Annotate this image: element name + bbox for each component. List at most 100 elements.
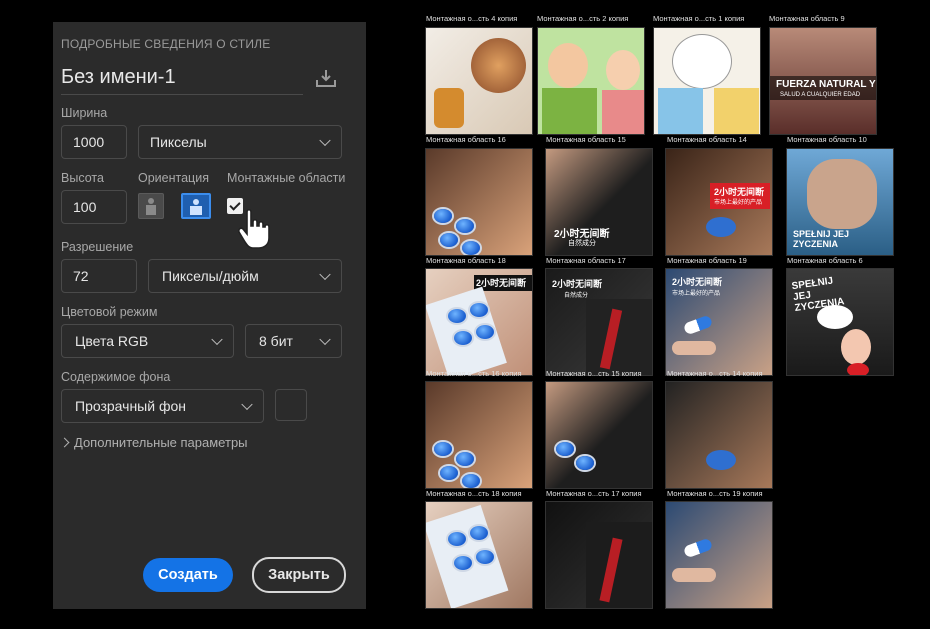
artboard-label: Монтажная область 9 [769,14,845,23]
artboard-thumbnail[interactable]: 2小时无间断 [425,268,533,376]
background-value: Прозрачный фон [75,398,186,414]
new-document-panel: ПОДРОБНЫЕ СВЕДЕНИЯ О СТИЛЕ Без имени-1 Ш… [53,22,366,609]
color-mode-label: Цветовой режим [61,305,158,319]
artboard-thumbnail[interactable] [425,148,533,256]
width-unit-value: Пикселы [150,134,207,150]
document-name-input[interactable]: Без имени-1 [61,66,176,89]
artboard-thumbnail[interactable]: 2小时无间断 市场上最好的产品 [665,268,773,376]
chevron-down-icon [211,333,223,346]
artboard-subcaption: 自然成分 [564,293,589,299]
pill-shape [448,309,466,323]
artboard-thumbnail[interactable] [425,501,533,609]
pill-shape [706,217,736,237]
pill-shape [462,474,480,488]
artboard-subcaption: 市场上最好的产品 [672,291,721,297]
chevron-down-icon [241,398,253,411]
pill-shape [454,556,472,570]
pill-shape [440,466,458,480]
chevron-right-icon [59,437,70,448]
artboard-label: Монтажная область 10 [787,135,867,144]
artboard-thumbnail[interactable]: 2小时无间断 自然成分 [545,148,653,256]
save-preset-icon[interactable] [315,68,337,88]
illustration-body [714,88,759,134]
pill-shape [456,219,474,233]
resolution-unit-value: Пикселы/дюйм [162,268,259,284]
pill-shape [434,442,452,456]
pill-shape [448,532,466,546]
artboard-thumbnail[interactable] [425,381,533,489]
bit-depth-select[interactable]: 8 бит [245,324,342,358]
width-unit-select[interactable]: Пикселы [138,125,342,159]
artboard-caption: FUERZA NATURAL Y [776,79,876,90]
pill-shape [470,303,488,317]
suit-figure [586,522,652,608]
artboards-canvas: Монтажная о...сть 4 копия Монтажная о...… [420,0,930,629]
chevron-down-icon [319,333,331,346]
width-input[interactable]: 1000 [61,125,127,159]
close-button[interactable]: Закрыть [252,557,346,593]
artboard-thumbnail[interactable]: 2小时无间断 市场上最好的产品 [665,148,773,256]
pill-shape [454,331,472,345]
orientation-label: Ориентация [138,171,209,185]
section-title: ПОДРОБНЫЕ СВЕДЕНИЯ О СТИЛЕ [61,37,271,51]
artboard-thumbnail[interactable] [545,381,653,489]
artboard-label: Монтажная о...сть 2 копия [537,14,629,23]
artboard-thumbnail[interactable] [545,501,653,609]
illustration-body [602,90,644,134]
pill-shape [576,456,594,470]
artboard-label: Монтажная область 17 [546,256,626,265]
artboard-label: Монтажная область 19 [667,256,747,265]
artboard-caption: 2小时无间断 [672,277,723,287]
pill-shape [456,452,474,466]
landscape-icon [190,199,202,215]
artboard-label: Монтажная о...сть 17 копия [546,489,642,498]
artboard-label: Монтажная о...сть 16 копия [426,369,522,378]
artboard-subcaption: 市场上最好的产品 [714,200,763,206]
illustration-face [606,50,640,90]
resolution-unit-select[interactable]: Пикселы/дюйм [148,259,342,293]
artboard-thumbnail[interactable] [537,27,645,135]
artboard-thumbnail[interactable] [665,501,773,609]
artboard-thumbnail[interactable]: SPEŁNIJ JEJ ZYCZENIA [786,148,894,256]
illustration-body [542,88,597,134]
artboard-label: Монтажная о...сть 4 копия [426,14,518,23]
pill-shape [476,550,494,564]
capsule-shape [682,537,714,559]
color-mode-select[interactable]: Цвета RGB [61,324,234,358]
orientation-landscape-button[interactable] [181,193,211,219]
artboard-label: Монтажная область 14 [667,135,747,144]
artboard-caption: SPEŁNIJ JEJ ZYCZENIA [793,229,850,249]
artboard-label: Монтажная область 6 [787,256,863,265]
artboard-label: Монтажная о...сть 18 копия [426,489,522,498]
background-color-swatch[interactable] [275,389,307,421]
background-select[interactable]: Прозрачный фон [61,389,264,423]
artboard-caption: 2小时无间断 [552,279,603,289]
illustration-bottle [434,88,464,128]
create-button[interactable]: Создать [143,558,233,592]
resolution-input[interactable]: 72 [61,259,137,293]
artboard-label: Монтажная о...сть 14 копия [667,369,763,378]
orientation-portrait-button[interactable] [138,193,164,219]
pill-shape [706,450,736,470]
artboard-thumbnail[interactable]: FUERZA NATURAL Y SALUD A CUALQUIER EDAD [769,27,877,135]
pill-shape [434,209,452,223]
capsule-shape [682,314,714,336]
advanced-options-toggle[interactable]: Дополнительные параметры [59,435,248,450]
height-label: Высота [61,171,104,185]
artboard-thumbnail[interactable]: SPEŁNIJ JEJ ZYCZENIA [786,268,894,376]
illustration-body [658,88,703,134]
artboard-thumbnail[interactable] [665,381,773,489]
illustration-bubble [672,34,732,89]
artboard-thumbnail[interactable] [653,27,761,135]
artboard-thumbnail[interactable] [425,27,533,135]
pill-shape [556,442,574,456]
bit-depth-value: 8 бит [259,333,293,349]
height-input[interactable]: 100 [61,190,127,224]
artboard-subcaption: SALUD A CUALQUIER EDAD [780,92,861,98]
name-underline [61,94,303,95]
artboard-label: Монтажная о...сть 19 копия [667,489,763,498]
artboard-thumbnail[interactable]: 2小时无间断 自然成分 [545,268,653,376]
chevron-down-icon [319,134,331,147]
pill-shape [440,233,458,247]
speech-bubble [817,305,853,329]
